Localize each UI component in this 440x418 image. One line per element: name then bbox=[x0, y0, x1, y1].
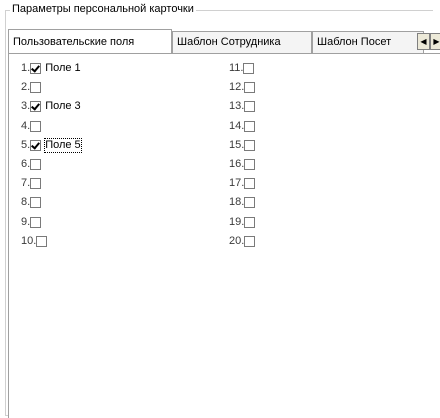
field-row: 2. bbox=[21, 81, 42, 94]
field-checkbox[interactable] bbox=[30, 159, 42, 170]
field-row: 18. bbox=[229, 196, 256, 209]
field-checkbox[interactable] bbox=[30, 63, 42, 74]
field-row: 12. bbox=[229, 81, 256, 94]
field-row: 14. bbox=[229, 119, 256, 133]
field-label[interactable]: Поле 5 bbox=[44, 137, 82, 153]
field-label[interactable]: Поле 3 bbox=[45, 100, 81, 113]
field-checkbox[interactable] bbox=[30, 139, 42, 151]
field-row: 1. Поле 1 bbox=[21, 62, 81, 75]
field-row: 16. bbox=[229, 158, 256, 171]
field-row: 13. bbox=[229, 100, 256, 113]
field-number: 8. bbox=[21, 196, 31, 209]
field-number: 19. bbox=[229, 215, 245, 228]
tab-visitor-template[interactable]: Шаблон Посет bbox=[312, 31, 424, 53]
field-number: 9. bbox=[21, 215, 31, 228]
field-number: 12. bbox=[229, 81, 245, 94]
groupbox-title: Параметры персональной карточки bbox=[10, 3, 196, 16]
tab-employee-template[interactable]: Шаблон Сотрудника bbox=[172, 31, 312, 53]
arrow-right-icon[interactable]: ▶ bbox=[430, 33, 440, 50]
field-number: 2. bbox=[21, 81, 31, 94]
field-number: 15. bbox=[229, 138, 245, 151]
field-checkbox[interactable] bbox=[244, 82, 256, 94]
tab-panel-user-fields: 1. Поле 1 2. 3. Поле 3 4. 5. Поле 5 6. 7. 8. 9. 10. 1… bbox=[8, 53, 440, 418]
field-checkbox[interactable] bbox=[30, 82, 42, 94]
tab-user-fields[interactable]: Пользовательские поля bbox=[8, 29, 172, 53]
field-number: 4. bbox=[21, 119, 31, 132]
field-label[interactable]: Поле 1 bbox=[45, 62, 81, 75]
field-row: 11. bbox=[229, 62, 255, 75]
field-checkbox[interactable] bbox=[30, 178, 42, 190]
field-number: 17. bbox=[229, 177, 245, 190]
field-checkbox[interactable] bbox=[244, 139, 256, 151]
field-row: 7. bbox=[21, 177, 42, 190]
field-checkbox[interactable] bbox=[244, 197, 256, 209]
field-number: 16. bbox=[229, 158, 245, 170]
field-number: 3. bbox=[21, 100, 31, 113]
field-number: 10. bbox=[21, 234, 37, 247]
field-row: 4. bbox=[21, 119, 42, 133]
field-number: 11. bbox=[229, 62, 244, 74]
field-checkbox[interactable] bbox=[36, 235, 48, 247]
field-number: 14. bbox=[229, 119, 245, 132]
field-row: 17. bbox=[229, 177, 256, 190]
field-number: 20. bbox=[229, 234, 245, 247]
field-checkbox[interactable] bbox=[244, 235, 256, 247]
field-number: 6. bbox=[21, 158, 31, 170]
field-checkbox[interactable] bbox=[30, 120, 42, 132]
field-row: 6. bbox=[21, 158, 42, 171]
field-number: 18. bbox=[229, 196, 245, 209]
tab-scroll-buttons: ◀ ▶ bbox=[417, 33, 440, 51]
field-number: 1. bbox=[21, 62, 31, 74]
field-row: 19. bbox=[229, 215, 256, 229]
field-row: 15. bbox=[229, 138, 256, 152]
field-checkbox[interactable] bbox=[243, 63, 255, 74]
field-checkbox[interactable] bbox=[244, 120, 256, 132]
field-number: 13. bbox=[229, 100, 245, 113]
field-checkbox[interactable] bbox=[244, 216, 256, 228]
field-checkbox[interactable] bbox=[244, 101, 256, 113]
field-checkbox[interactable] bbox=[244, 159, 256, 170]
field-number: 5. bbox=[21, 138, 31, 151]
tab-strip: Пользовательские поля Шаблон Сотрудника … bbox=[8, 29, 440, 53]
field-row: 10. bbox=[21, 234, 48, 248]
field-checkbox[interactable] bbox=[244, 178, 256, 190]
field-row: 9. bbox=[21, 215, 42, 229]
field-row: 3. Поле 3 bbox=[21, 100, 81, 113]
arrow-left-icon[interactable]: ◀ bbox=[417, 33, 430, 50]
field-checkbox[interactable] bbox=[30, 197, 42, 209]
field-number: 7. bbox=[21, 177, 31, 190]
field-checkbox[interactable] bbox=[30, 216, 42, 228]
field-checkbox[interactable] bbox=[30, 101, 42, 113]
field-row: 8. bbox=[21, 196, 42, 209]
field-row: 5. Поле 5 bbox=[21, 137, 82, 153]
field-row: 20. bbox=[229, 234, 256, 248]
